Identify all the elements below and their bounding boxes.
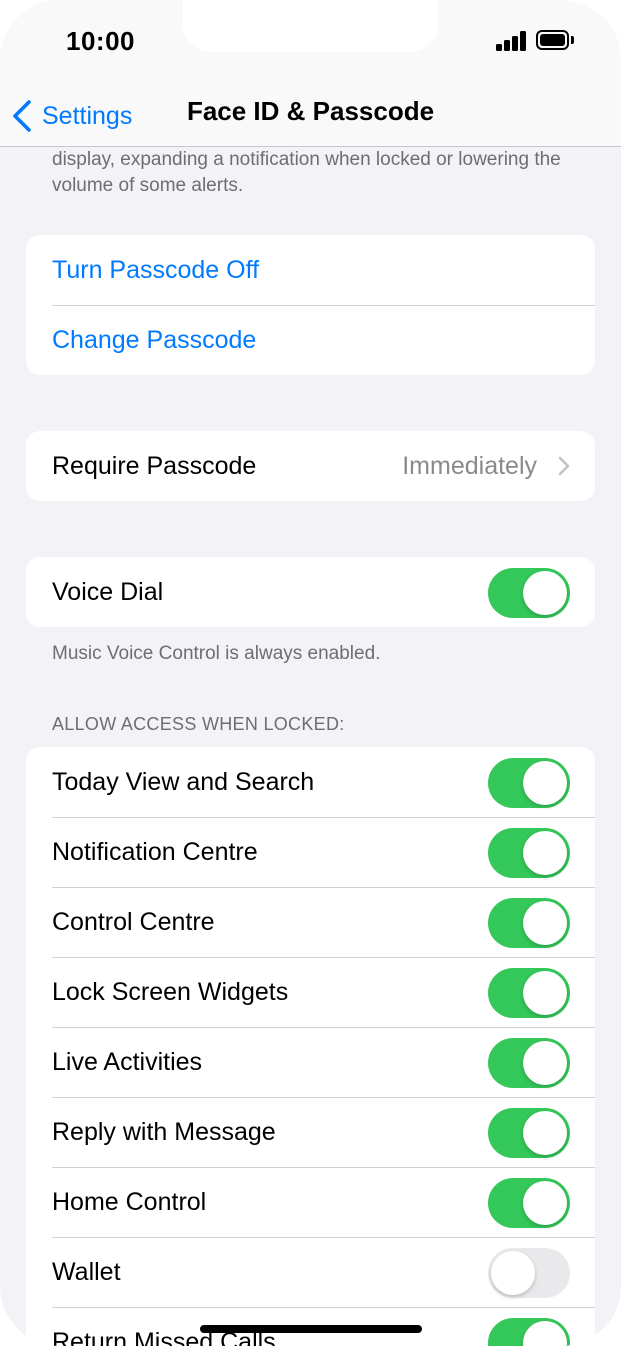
access-group: Today View and Search Notification Centr… [26, 747, 595, 1346]
turn-passcode-off-label: Turn Passcode Off [52, 255, 260, 284]
voice-dial-label: Voice Dial [52, 577, 164, 606]
battery-icon [536, 30, 578, 52]
return-missed-calls-toggle[interactable] [488, 1318, 570, 1346]
access-row-home-control: Home Control [26, 1167, 595, 1237]
access-row-notification-centre: Notification Centre [26, 817, 595, 887]
phone-screen: 10:00 Settings Face ID & Passcode displa… [0, 0, 621, 1346]
voice-dial-row: Voice Dial [26, 557, 595, 627]
notification-centre-toggle[interactable] [488, 828, 570, 878]
access-row-label: Control Centre [52, 907, 215, 936]
access-row-control-centre: Control Centre [26, 887, 595, 957]
wallet-toggle[interactable] [488, 1248, 570, 1298]
access-section-header: ALLOW ACCESS WHEN LOCKED: [52, 714, 345, 734]
require-passcode-group: Require Passcode Immediately [26, 431, 595, 501]
access-row-label: Home Control [52, 1187, 207, 1216]
access-row-wallet: Wallet [26, 1237, 595, 1307]
access-row-label: Today View and Search [52, 767, 315, 796]
reply-with-message-toggle[interactable] [488, 1108, 570, 1158]
access-row-live-activities: Live Activities [26, 1027, 595, 1097]
status-time: 10:00 [66, 26, 135, 56]
voice-dial-toggle[interactable] [488, 568, 570, 618]
access-row-label: Live Activities [52, 1047, 203, 1076]
require-passcode-label: Require Passcode [52, 451, 257, 480]
settings-content[interactable]: display, expanding a notification when l… [0, 147, 621, 1346]
navigation-bar: Settings Face ID & Passcode [0, 84, 621, 147]
passcode-group: Turn Passcode Off Change Passcode [26, 235, 595, 375]
live-activities-toggle[interactable] [488, 1038, 570, 1088]
require-passcode-value: Immediately [402, 451, 537, 480]
access-row-lock-screen-widgets: Lock Screen Widgets [26, 957, 595, 1027]
home-control-toggle[interactable] [488, 1178, 570, 1228]
access-row-label: Wallet [52, 1257, 121, 1286]
voice-dial-group: Voice Dial [26, 557, 595, 627]
notch [183, 0, 438, 52]
cellular-signal-icon [496, 31, 528, 51]
access-row-today-view: Today View and Search [26, 747, 595, 817]
status-bar: 10:00 [0, 0, 621, 84]
home-indicator[interactable] [200, 1325, 422, 1333]
access-row-label: Lock Screen Widgets [52, 977, 289, 1006]
top-footer-note: display, expanding a notification when l… [52, 149, 561, 196]
page-title: Face ID & Passcode [0, 96, 621, 127]
access-row-label: Reply with Message [52, 1117, 276, 1146]
page-title-text: Face ID & Passcode [186, 96, 435, 126]
access-row-reply-with-message: Reply with Message [26, 1097, 595, 1167]
chevron-right-icon [558, 456, 570, 476]
voice-dial-footer: Music Voice Control is always enabled. [52, 643, 381, 664]
access-row-label: Notification Centre [52, 837, 258, 866]
today-view-toggle[interactable] [488, 758, 570, 808]
require-passcode-row[interactable]: Require Passcode Immediately [26, 431, 595, 501]
control-centre-toggle[interactable] [488, 898, 570, 948]
change-passcode-button[interactable]: Change Passcode [26, 305, 595, 375]
change-passcode-label: Change Passcode [52, 325, 257, 354]
lock-screen-widgets-toggle[interactable] [488, 968, 570, 1018]
turn-passcode-off-button[interactable]: Turn Passcode Off [26, 235, 595, 305]
